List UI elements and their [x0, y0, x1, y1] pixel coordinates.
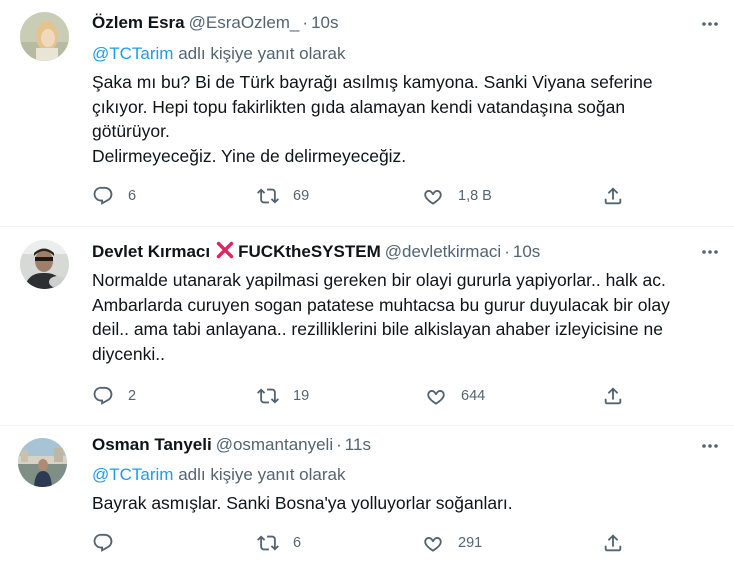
heart-icon: [424, 190, 442, 205]
tweet-header: Osman Tanyeli @osmantanyeli · 11s: [92, 434, 371, 456]
heart-icon: [427, 390, 445, 405]
reply-mention-link[interactable]: @TCTarim: [92, 44, 173, 63]
display-name-suffix[interactable]: FUCKtheSYSTEM: [238, 242, 381, 261]
retweet-count: 19: [293, 388, 310, 404]
separator: ·: [504, 242, 510, 261]
like-button[interactable]: 1,8 B: [422, 184, 492, 208]
reply-button[interactable]: [92, 531, 128, 555]
reply-context-label: adlı kişiye yanıt olarak: [173, 44, 346, 63]
tweet[interactable]: Osman Tanyeli @osmantanyeli · 11s @TCTarim …: [0, 426, 734, 568]
share-icon: [604, 187, 622, 205]
share-button[interactable]: [602, 384, 624, 408]
like-count: 1,8 B: [458, 188, 492, 204]
avatar[interactable]: [18, 438, 67, 487]
retweet-button[interactable]: 6: [257, 531, 301, 555]
tweet[interactable]: Özlem Esra @EsraOzlem_ · 10s @TCTarim adlı …: [0, 0, 734, 227]
reply-icon: [93, 533, 113, 552]
timestamp[interactable]: 10s: [311, 13, 338, 32]
reply-button[interactable]: 6: [92, 184, 136, 208]
separator: ·: [336, 435, 342, 454]
separator: ·: [302, 13, 309, 32]
share-button[interactable]: [602, 184, 624, 208]
avatar[interactable]: [20, 240, 69, 289]
reply-context: @TCTarim adlı kişiye yanıt olarak: [92, 43, 345, 65]
retweet-count: 69: [293, 188, 310, 204]
reply-count: 2: [128, 388, 137, 404]
tweet-actions: 2 19 644: [92, 384, 637, 408]
display-name[interactable]: Devlet Kırmacı: [92, 242, 210, 261]
display-name[interactable]: Osman Tanyeli: [92, 435, 212, 454]
retweet-button[interactable]: 69: [257, 184, 309, 208]
reply-context-label: adlı kişiye yanıt olarak: [173, 465, 346, 484]
retweet-button[interactable]: 19: [257, 384, 309, 408]
username[interactable]: @osmantanyeli: [216, 435, 333, 454]
retweet-count: 6: [293, 535, 302, 551]
more-icon[interactable]: [700, 242, 720, 262]
username[interactable]: @EsraOzlem_: [189, 13, 300, 32]
tweet-actions: 6 69 1,8 B: [92, 184, 637, 208]
reply-mention-link[interactable]: @TCTarim: [92, 465, 173, 484]
reply-icon: [93, 186, 113, 205]
tweet-text: Normalde utanarak yapilmasi gereken bir …: [92, 270, 670, 364]
username[interactable]: @devletkirmaci: [385, 242, 501, 261]
reply-icon: [93, 386, 113, 405]
retweet-icon: [257, 388, 279, 404]
share-icon: [604, 387, 622, 405]
reply-button[interactable]: 2: [92, 384, 136, 408]
display-name[interactable]: Özlem Esra: [92, 13, 185, 32]
heart-icon: [424, 537, 442, 552]
avatar[interactable]: [20, 12, 69, 61]
reply-count: 6: [128, 188, 137, 204]
tweet-actions: 6 291: [92, 531, 637, 555]
like-count: 644: [461, 388, 486, 404]
timestamp[interactable]: 10s: [513, 242, 540, 261]
like-button[interactable]: 644: [425, 384, 485, 408]
tweet[interactable]: Devlet Kırmacı FUCKtheSYSTEM @devletkirmac…: [0, 227, 734, 426]
retweet-icon: [257, 188, 279, 204]
cross-mark-icon: [216, 241, 234, 265]
share-icon: [604, 534, 622, 552]
timestamp[interactable]: 11s: [345, 435, 371, 454]
reply-context: @TCTarim adlı kişiye yanıt olarak: [92, 464, 345, 486]
more-icon[interactable]: [700, 14, 720, 34]
share-button[interactable]: [602, 531, 624, 555]
retweet-icon: [257, 535, 279, 551]
tweet-text: Bayrak asmışlar. Sanki Bosna'ya yolluyor…: [92, 493, 513, 513]
like-button[interactable]: 291: [422, 531, 482, 555]
tweet-header: Devlet Kırmacı FUCKtheSYSTEM @devletkirmac…: [92, 241, 540, 265]
like-count: 291: [458, 535, 483, 551]
more-icon[interactable]: [700, 436, 720, 456]
tweet-header: Özlem Esra @EsraOzlem_ · 10s: [92, 12, 339, 34]
tweet-text: Şaka mı bu? Bi de Türk bayrağı asılmış k…: [92, 72, 653, 166]
